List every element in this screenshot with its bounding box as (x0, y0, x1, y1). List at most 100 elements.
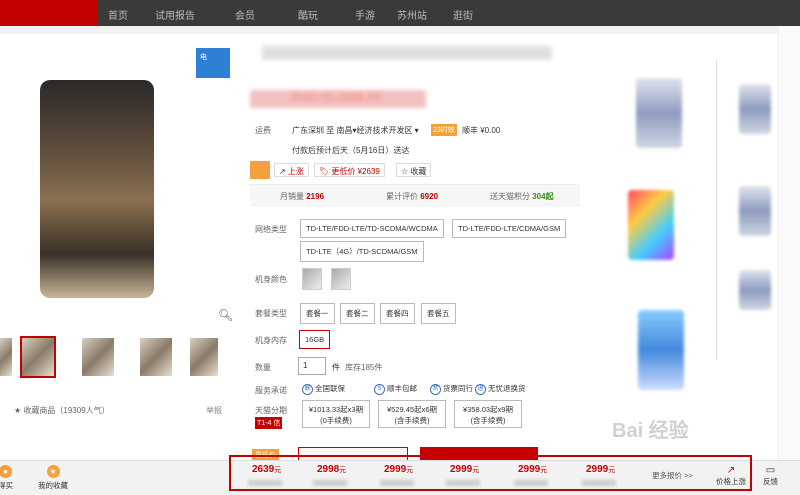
color-swatch[interactable] (331, 268, 351, 290)
thumbnail[interactable] (82, 338, 114, 376)
compare-price[interactable]: 2998元 (317, 464, 346, 475)
service-text: 顺丰包邮 (387, 384, 417, 393)
quantity-input[interactable]: 1 (298, 357, 326, 375)
review-count: 累计评价 6920 (386, 191, 438, 202)
service-invoice[interactable]: 票货票同行 (430, 383, 473, 395)
price-rise-button[interactable]: ↗ 上涨 (274, 163, 309, 177)
service-label: 服务承诺 (255, 386, 287, 395)
nav-item-cool[interactable]: 酷玩 (298, 7, 318, 22)
recommended-item[interactable] (628, 190, 674, 260)
chat-icon: ▭ (765, 465, 776, 476)
price-range-text: 3040.00-3398.00 (290, 90, 381, 104)
nav-item-site[interactable]: 苏州站 (397, 7, 427, 22)
stats-bar: 月销量 2196 累计评价 6920 送天猫积分 304起 (250, 184, 580, 206)
side-item[interactable] (739, 186, 771, 236)
shipping-tag: 23时效 (431, 124, 457, 136)
action-bar: ↗ 上涨 🏷 更低价 ¥2639 ☆ 收藏 (250, 161, 460, 179)
shipping-route[interactable]: 广东深圳 至 南昌▾经济技术开发区 ▾ (292, 125, 419, 136)
service-warranty[interactable]: 联全国联保 (302, 383, 345, 395)
price-value: 2999 (450, 464, 473, 475)
compare-price[interactable]: 2639元 (252, 464, 281, 475)
compare-price[interactable]: 2999元 (384, 464, 413, 475)
price-unit: 元 (608, 467, 616, 474)
store-name (446, 480, 480, 486)
stock-count: 库存185件 (345, 363, 383, 372)
store-name (380, 480, 414, 486)
service-return[interactable]: 退无忧退换货 (475, 383, 526, 395)
installment-amount: ¥529.45起x6期 (386, 405, 438, 414)
shipping-icon: S (374, 383, 385, 395)
installment-note: (含手续费) (470, 416, 506, 425)
service-text: 无忧退换货 (488, 384, 526, 393)
nav-item-home[interactable]: 首页 (108, 7, 128, 22)
memory-option-selected[interactable]: 16GB (299, 330, 331, 349)
shipping-fee: 顺丰 ¥0.00 (462, 126, 501, 135)
star-icon: ★ (46, 465, 60, 478)
product-main-image[interactable] (40, 80, 154, 298)
more-prices-link[interactable]: 更多报价 >> (652, 470, 693, 481)
bottom-item-label: 得买 (0, 481, 13, 490)
network-label: 网络类型 (255, 225, 287, 234)
review-count-value: 6920 (420, 192, 439, 201)
service-shipping[interactable]: S 顺丰包邮 (374, 383, 417, 395)
installment-tag: T1-4 信 (255, 417, 283, 429)
network-option[interactable]: TD-LTE/FDD-LTE/CDMA/GSM (452, 219, 567, 238)
installment-label: 天猫分期 (255, 406, 287, 415)
thumbnail[interactable] (140, 338, 172, 376)
color-swatch[interactable] (302, 268, 322, 290)
package-option[interactable]: 套餐二 (340, 303, 375, 324)
nav-item-game[interactable]: 手游 (355, 7, 375, 22)
compare-price[interactable]: 2999元 (450, 464, 479, 475)
lower-price-button[interactable]: 🏷 更低价 ¥2639 (314, 163, 385, 177)
points-label: 送天猫积分 (490, 192, 530, 201)
thumbnail-selected[interactable] (20, 336, 56, 378)
network-option[interactable]: TD-LTE（4G）/TD-SCDMA/GSM (300, 241, 424, 262)
thumbnail[interactable] (0, 338, 12, 376)
package-label: 套餐类型 (255, 309, 287, 318)
shipping-eta: 付款后预计后天（5月16日）送达 (292, 146, 410, 155)
installment-option[interactable]: ¥358.03起x9期 (含手续费) (454, 400, 522, 428)
price-unit: 元 (540, 467, 548, 474)
nav-item-2[interactable]: 试用报告 (155, 7, 195, 22)
network-option[interactable]: TD-LTE/FDD-LTE/TD-SCDMA/WCDMA (300, 219, 444, 238)
memory-label: 机身内存 (255, 336, 287, 345)
package-option[interactable]: 套餐一 (300, 303, 335, 324)
quantity-unit: 件 (332, 363, 340, 372)
sub-stripe (0, 26, 800, 34)
report-link[interactable]: 举报 (206, 405, 222, 416)
nav-item-shop[interactable]: 逛街 (453, 7, 473, 22)
magnifier-icon[interactable]: 🔍︎ (218, 308, 233, 322)
bottom-item-shop[interactable]: ● 得买 (0, 465, 13, 491)
thumbnail-strip (0, 336, 230, 378)
price-value: 2999 (518, 464, 541, 475)
thumbnail[interactable] (190, 338, 218, 376)
side-item[interactable] (739, 84, 771, 134)
scrollbar[interactable] (778, 26, 800, 466)
nav-item-member[interactable]: 会员 (235, 7, 255, 22)
package-option[interactable]: 套餐四 (380, 303, 415, 324)
recommended-item[interactable] (636, 78, 682, 148)
points: 送天猫积分 304起 (490, 191, 554, 202)
price-unit: 元 (274, 467, 282, 474)
brand-badge: 电 (196, 48, 230, 78)
favorite-button[interactable]: ☆ 收藏 (396, 163, 432, 177)
compare-price[interactable]: 2999元 (518, 464, 547, 475)
installment-option[interactable]: ¥529.45起x6期 (含手续费) (378, 400, 446, 428)
installment-option[interactable]: ¥1013.33起x3期 (0手续费) (302, 400, 370, 428)
monthly-sales: 月销量 2196 (280, 191, 324, 202)
package-option[interactable]: 套餐五 (421, 303, 456, 324)
watermark: Bai 经验 (612, 420, 689, 442)
feedback-label: 反馈 (763, 477, 778, 486)
price-range: 3040.00-3398.00 (250, 90, 426, 108)
feedback-button[interactable]: ▭ 反馈 (763, 465, 778, 487)
favorite-product-link[interactable]: ★ 收藏商品（19309人气） (14, 405, 110, 416)
side-item[interactable] (739, 270, 771, 310)
store-name (313, 480, 347, 486)
nav-brand-block (0, 0, 98, 26)
warranty-icon: 联 (302, 383, 313, 395)
bottom-item-favorites[interactable]: ★ 我的收藏 (38, 465, 68, 491)
service-text: 货票同行 (443, 384, 473, 393)
price-unit: 元 (406, 467, 414, 474)
compare-price[interactable]: 2999元 (586, 464, 615, 475)
recommended-item[interactable] (638, 310, 684, 390)
